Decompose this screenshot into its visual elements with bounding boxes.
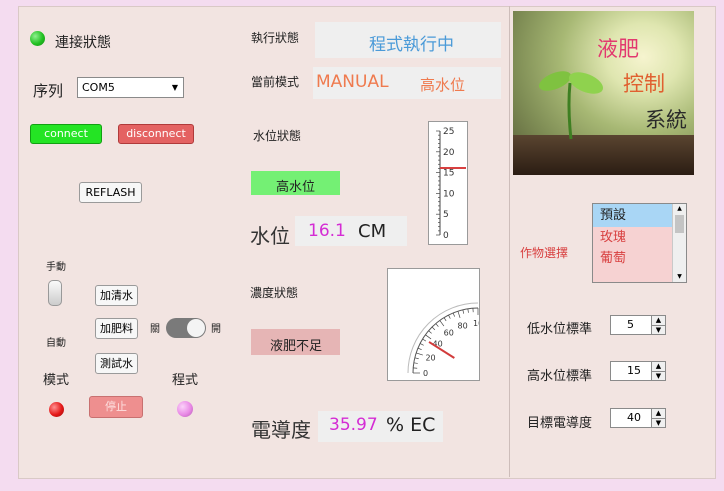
- gauge-tick: [425, 334, 432, 340]
- power-toggle-knob: [187, 319, 205, 337]
- water-status-value: 高水位: [276, 180, 316, 195]
- ec-label: 電導度: [251, 418, 311, 442]
- toggle-off-label: 關: [150, 324, 160, 335]
- increment-icon[interactable]: ▲: [652, 362, 665, 371]
- disconnect-button[interactable]: disconnect: [118, 124, 194, 144]
- decrement-icon[interactable]: ▼: [652, 418, 665, 428]
- low-level-spinner[interactable]: 5 ▲ ▼: [610, 315, 666, 335]
- program-led: [177, 401, 193, 417]
- increment-icon[interactable]: ▲: [652, 409, 665, 418]
- gauge-tick: [462, 309, 465, 314]
- water-tank-scale: 25 20 15 10 5 0: [428, 121, 468, 245]
- gauge-tick-label: 100: [473, 319, 479, 328]
- scroll-up-icon[interactable]: ▲: [673, 204, 686, 214]
- stop-button[interactable]: 停止: [89, 396, 143, 418]
- exec-status-label: 執行狀態: [251, 31, 300, 45]
- tank-tick-label: 20: [443, 148, 455, 158]
- scroll-down-icon[interactable]: ▼: [673, 272, 686, 282]
- gauge-tick: [431, 326, 436, 331]
- target-ec-spinner[interactable]: 40 ▲ ▼: [610, 408, 666, 428]
- gauge-tick-label: 80: [458, 321, 468, 330]
- mode-lever-switch[interactable]: [48, 280, 62, 306]
- gauge-tick: [413, 362, 418, 364]
- banner-title-line3: 系統: [645, 108, 687, 132]
- high-level-value[interactable]: 15: [610, 361, 652, 381]
- tank-tick-label: 10: [443, 189, 455, 199]
- crop-select-label: 作物選擇: [520, 246, 569, 260]
- current-mode-label: 當前模式: [251, 75, 300, 89]
- low-level-label: 低水位標準: [527, 322, 593, 337]
- target-ec-label: 目標電導度: [527, 416, 593, 431]
- gauge-tick: [439, 320, 445, 327]
- high-level-spinner[interactable]: 15 ▲ ▼: [610, 361, 666, 381]
- gauge-tick: [452, 312, 455, 317]
- concentration-status-label: 濃度狀態: [250, 286, 299, 300]
- port-select-value: COM5: [82, 81, 115, 94]
- mode-label: 模式: [43, 373, 70, 388]
- decrement-icon[interactable]: ▼: [652, 371, 665, 381]
- water-level-label: 水位: [250, 224, 290, 248]
- decrement-icon[interactable]: ▼: [652, 325, 665, 335]
- add-fertilizer-button[interactable]: 加肥料: [95, 318, 138, 339]
- gauge-tick: [419, 343, 424, 346]
- banner-image: 液肥 控制 系統: [513, 11, 694, 175]
- gauge-tick: [414, 357, 419, 360]
- gauge-tick-label: 20: [425, 354, 435, 363]
- gauge-tick: [443, 317, 447, 322]
- target-ec-value[interactable]: 40: [610, 408, 652, 428]
- crop-listbox[interactable]: 預設 玫瑰 葡萄 ▲ ▼: [592, 203, 687, 283]
- crop-option-default[interactable]: 預設: [593, 204, 672, 227]
- gauge-tick: [435, 323, 439, 327]
- gauge-tick: [457, 311, 461, 318]
- gauge-tick: [417, 347, 422, 350]
- crop-option-rose[interactable]: 玫瑰: [593, 227, 672, 248]
- gauge-tick-label: 0: [423, 369, 428, 378]
- crop-option-grape[interactable]: 葡萄: [593, 248, 672, 269]
- sprout-leaf-right: [568, 72, 604, 94]
- power-toggle[interactable]: [166, 318, 206, 338]
- current-mode-value: MANUAL: [316, 72, 389, 92]
- tank-tick-label: 0: [443, 231, 449, 241]
- water-level-unit: CM: [358, 221, 387, 242]
- banner-title-line1: 液肥: [597, 37, 639, 61]
- water-status-label: 水位狀態: [253, 129, 302, 143]
- banner-title-line2: 控制: [623, 72, 665, 96]
- crop-listbox-scrollbar[interactable]: ▲ ▼: [672, 204, 686, 282]
- test-water-button[interactable]: 測試水: [95, 353, 138, 374]
- high-level-label: 高水位標準: [527, 369, 593, 384]
- toggle-on-label: 開: [211, 324, 221, 335]
- mode-led: [49, 402, 64, 417]
- gauge-tick-label: 60: [444, 329, 454, 338]
- low-level-value[interactable]: 5: [610, 315, 652, 335]
- connection-status-led: [30, 31, 45, 46]
- water-level-value: 16.1: [308, 221, 346, 241]
- right-panel-divider: [509, 6, 510, 477]
- gauge-tick: [448, 314, 451, 319]
- auto-label: 自動: [46, 338, 66, 349]
- tank-tick-label: 5: [443, 210, 449, 220]
- ec-gauge: 020406080100: [387, 268, 480, 381]
- port-label: 序列: [33, 82, 64, 100]
- program-label: 程式: [172, 373, 199, 388]
- gauge-tick: [467, 308, 469, 313]
- exec-status-value: 程式執行中: [369, 35, 454, 55]
- add-water-button[interactable]: 加清水: [95, 285, 138, 306]
- gauge-tick: [428, 330, 432, 334]
- chevron-down-icon: ▼: [171, 83, 178, 92]
- refresh-button[interactable]: REFLASH: [79, 182, 142, 203]
- tank-tick-label: 15: [443, 169, 454, 179]
- water-level-indicator: 高水位: [420, 76, 466, 94]
- manual-label: 手動: [46, 262, 66, 273]
- gauge-tick: [422, 338, 427, 342]
- tank-tick-label: 25: [443, 127, 454, 137]
- connection-status-label: 連接狀態: [55, 35, 111, 51]
- increment-icon[interactable]: ▲: [652, 316, 665, 325]
- port-select[interactable]: COM5 ▼: [77, 77, 184, 98]
- ec-value: 35.97: [329, 415, 378, 435]
- scrollbar-thumb[interactable]: [675, 215, 684, 233]
- gauge-tick: [416, 352, 423, 356]
- ec-unit: % EC: [386, 414, 436, 436]
- concentration-status-value: 液肥不足: [270, 339, 323, 354]
- connect-button[interactable]: connect: [30, 124, 102, 144]
